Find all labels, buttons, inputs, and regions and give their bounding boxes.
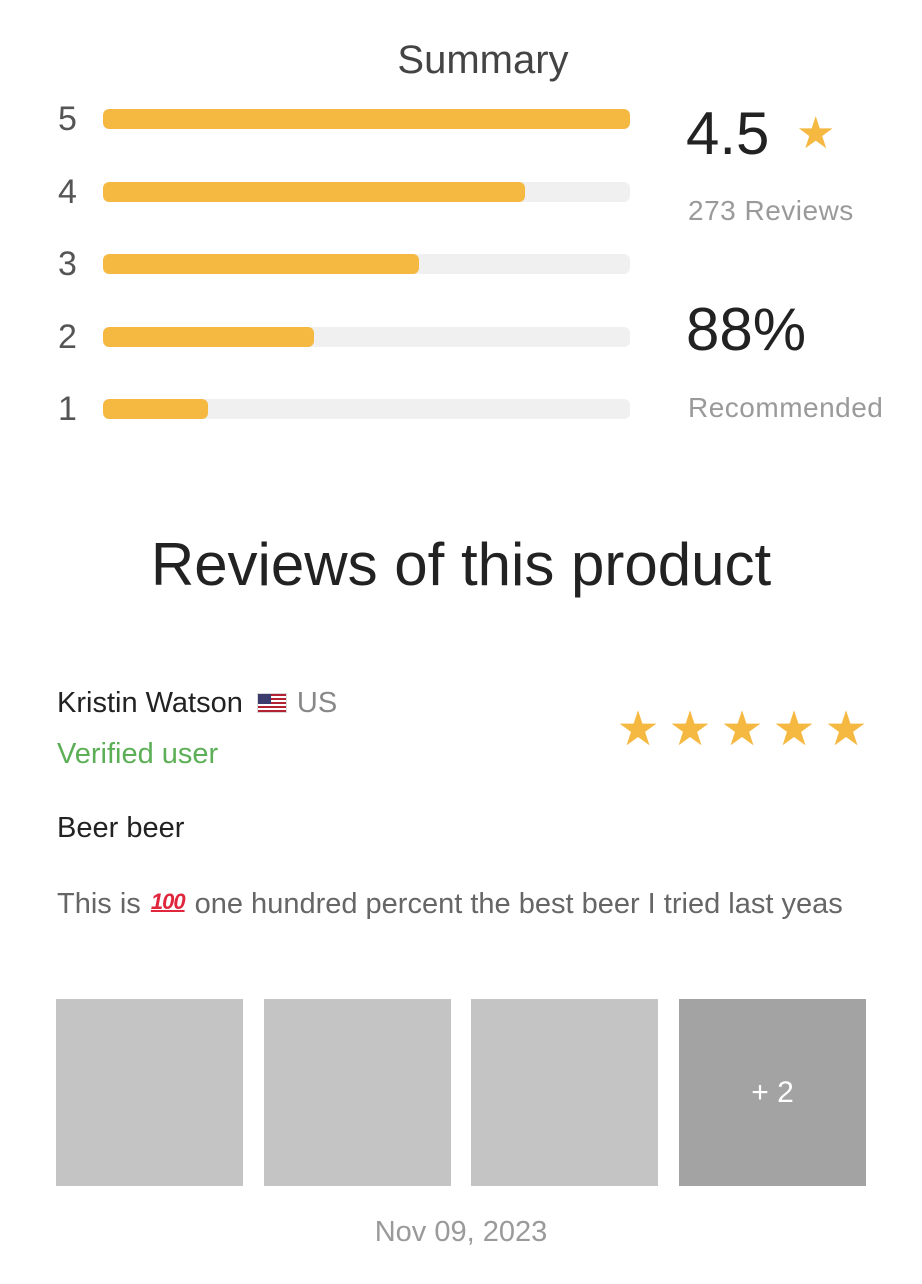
rating-row-1: 1 [58,389,632,429]
rating-row-5: 5 [58,99,632,139]
review-date: Nov 09, 2023 [374,1216,548,1248]
more-photos-button[interactable]: + 2 [679,999,866,1186]
verified-badge: Verified user [57,738,219,770]
rating-row-label: 2 [58,318,77,356]
us-flag-icon [256,693,287,713]
rating-bar-fill [103,399,209,419]
reviewer-country: US [296,686,338,719]
star-icon: ★ [720,703,764,756]
reviews-heading: Reviews of this product [150,531,772,598]
star-icon: ★ [668,703,712,756]
review-photos: + 2 [56,999,866,1186]
review-photo-thumbnail[interactable] [56,999,243,1186]
review-count: 273 Reviews [688,195,854,226]
hundred-points-icon: 100 [150,889,186,914]
review-body-end: one hundred percent the best beer I trie… [186,888,843,920]
rating-bar-track [103,109,630,129]
rating-bar-fill [103,254,420,274]
rating-row-label: 1 [58,390,77,428]
review-title: Beer beer [57,812,185,844]
rating-row-label: 4 [58,173,77,211]
rating-row-2: 2 [58,317,632,357]
summary-title: Summary [397,38,569,82]
rating-bar-track [103,254,630,274]
recommended-percent: 88% [686,296,807,363]
rating-row-label: 5 [58,100,77,138]
review-rating: ★ ★ ★ ★ ★ [614,702,870,758]
review-body-start: This is [57,888,149,920]
rating-row-4: 4 [58,172,632,212]
review-photo-thumbnail[interactable] [264,999,451,1186]
rating-bar-fill [103,327,314,347]
review-photo-thumbnail[interactable] [471,999,658,1186]
recommended-label: Recommended [688,392,884,423]
reviewer-name: Kristin Watson [57,686,243,719]
reviewer-info: Kristin Watson US [57,685,337,721]
rating-row-label: 3 [58,245,77,283]
star-icon: ★ [796,109,836,158]
star-icon: ★ [772,703,816,756]
rating-bar-track [103,182,630,202]
rating-bar-fill [103,109,630,129]
rating-bar-fill [103,182,525,202]
star-icon: ★ [824,703,868,756]
star-icon: ★ [616,703,660,756]
more-photos-count: + 2 [751,1075,794,1109]
average-rating: 4.5 [686,100,770,167]
rating-row-3: 3 [58,244,632,284]
review-body: This is 100 one hundred percent the best… [57,876,857,930]
rating-bar-track [103,399,630,419]
rating-bar-track [103,327,630,347]
